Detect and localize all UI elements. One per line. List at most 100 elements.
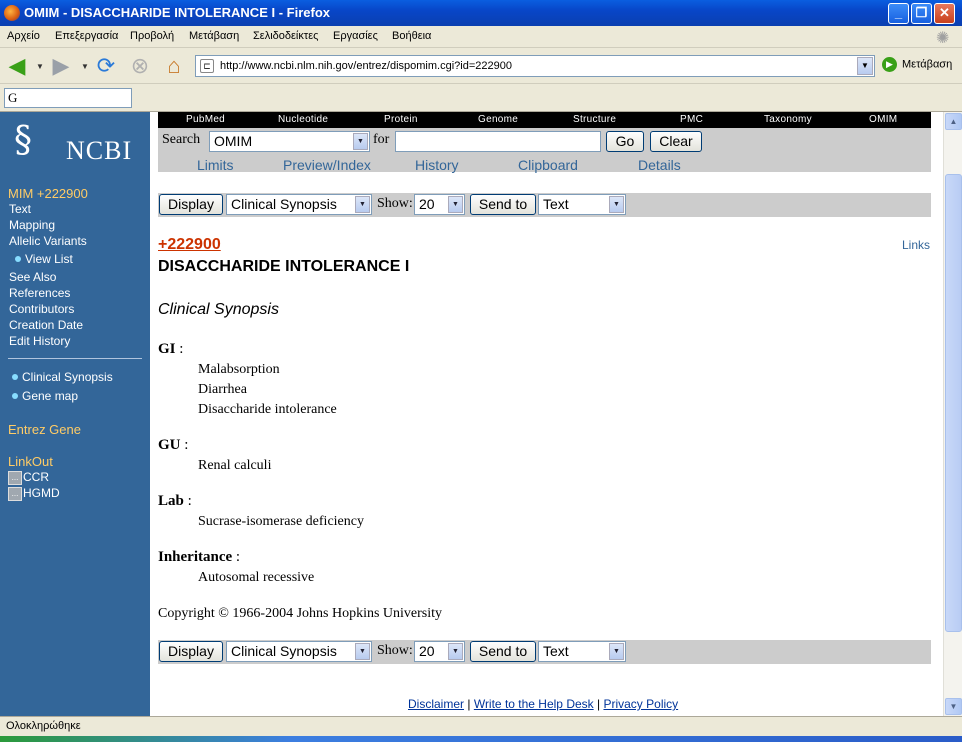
display-button[interactable]: Display	[159, 194, 223, 215]
send-format-value: Text	[543, 643, 569, 659]
scroll-down-icon[interactable]: ▼	[945, 698, 962, 715]
show-select-value: 20	[419, 643, 435, 659]
list-item: Diarrhea	[198, 382, 247, 397]
database-select[interactable]: OMIM ▼	[209, 131, 370, 152]
format-select[interactable]: Clinical Synopsis ▼	[226, 641, 372, 662]
send-to-button[interactable]: Send to	[470, 194, 536, 215]
search-input[interactable]	[395, 131, 601, 152]
forward-dropdown-icon[interactable]: ▼	[81, 62, 89, 71]
nav-omim[interactable]: OMIM	[869, 114, 897, 125]
menu-edit[interactable]: Επεξεργασία	[55, 30, 118, 42]
help-desk-link[interactable]: Write to the Help Desk	[474, 697, 594, 711]
page-content: § NCBI MIM +222900 Text Mapping Allelic …	[0, 112, 962, 716]
menu-tools[interactable]: Εργασίες	[333, 30, 378, 42]
stop-icon[interactable]: ⊗	[127, 53, 153, 79]
page-subtitle: Clinical Synopsis	[158, 301, 279, 318]
scroll-up-icon[interactable]: ▲	[945, 113, 962, 130]
forward-arrow-icon[interactable]: ▶	[48, 53, 74, 79]
menu-file[interactable]: Αρχείο	[7, 30, 40, 42]
chevron-down-icon: ▼	[355, 196, 370, 213]
url-bar[interactable]: ⊏ http://www.ncbi.nlm.nih.gov/entrez/dis…	[195, 55, 875, 77]
search-toolbar: G	[0, 84, 962, 112]
menu-bookmarks[interactable]: Σελιδοδείκτες	[253, 30, 318, 42]
sidebar-item-gene-map[interactable]: Gene map	[12, 389, 78, 403]
vertical-scrollbar[interactable]: ▲ ▼	[943, 112, 962, 716]
clear-button[interactable]: Clear	[650, 131, 702, 152]
sidebar-linkout[interactable]: LinkOut	[8, 454, 53, 469]
page-title: DISACCHARIDE INTOLERANCE I	[158, 258, 410, 275]
sidebar-linkout-hgmd[interactable]: ... HGMD	[8, 486, 60, 501]
url-text[interactable]: http://www.ncbi.nlm.nih.gov/entrez/dispo…	[220, 60, 512, 72]
send-format-select[interactable]: Text ▼	[538, 641, 626, 662]
show-select-value: 20	[419, 196, 435, 212]
nav-taxonomy[interactable]: Taxonomy	[764, 114, 812, 125]
show-select[interactable]: 20 ▼	[414, 641, 465, 662]
status-bar: Ολοκληρώθηκε	[0, 716, 962, 736]
format-select[interactable]: Clinical Synopsis ▼	[226, 194, 372, 215]
close-button[interactable]: ✕	[934, 3, 955, 24]
linkout-box-icon: ...	[8, 470, 22, 485]
sidebar-item-references[interactable]: References	[9, 286, 70, 300]
section-heading-label: Inheritance	[158, 549, 233, 565]
sidebar-mim-number[interactable]: MIM +222900	[8, 186, 88, 201]
chevron-down-icon: ▼	[448, 196, 463, 213]
limits-link[interactable]: Limits	[197, 157, 234, 173]
clipboard-link[interactable]: Clipboard	[518, 157, 578, 173]
nav-pmc[interactable]: PMC	[680, 114, 703, 125]
list-item: Disaccharide intolerance	[198, 402, 337, 417]
send-to-button[interactable]: Send to	[470, 641, 536, 662]
chevron-down-icon: ▼	[355, 643, 370, 660]
disclaimer-link[interactable]: Disclaimer	[408, 697, 464, 711]
privacy-policy-link[interactable]: Privacy Policy	[603, 697, 678, 711]
sidebar-item-creation-date[interactable]: Creation Date	[9, 318, 83, 332]
url-dropdown-icon[interactable]: ▼	[857, 57, 873, 75]
nav-nucleotide[interactable]: Nucleotide	[278, 114, 328, 125]
nav-genome[interactable]: Genome	[478, 114, 518, 125]
sidebar-item-contributors[interactable]: Contributors	[9, 302, 74, 316]
maximize-button[interactable]: ❐	[911, 3, 932, 24]
back-arrow-icon[interactable]: ◀	[4, 53, 30, 79]
go-search-button[interactable]: Go	[606, 131, 644, 152]
send-format-value: Text	[543, 196, 569, 212]
format-select-value: Clinical Synopsis	[231, 643, 337, 659]
home-icon[interactable]: ⌂	[161, 53, 187, 79]
ncbi-logo[interactable]: § NCBI	[14, 120, 134, 166]
details-link[interactable]: Details	[638, 157, 681, 173]
links-link[interactable]: Links	[902, 238, 930, 252]
ccr-label: CCR	[23, 470, 49, 484]
sidebar-item-text[interactable]: Text	[9, 202, 31, 216]
menu-go[interactable]: Μετάβαση	[189, 30, 239, 42]
mim-number-link[interactable]: +222900	[158, 236, 221, 254]
minimize-button[interactable]: _	[888, 3, 909, 24]
back-dropdown-icon[interactable]: ▼	[36, 62, 44, 71]
nav-pubmed[interactable]: PubMed	[186, 114, 225, 125]
menu-view[interactable]: Προβολή	[130, 30, 174, 42]
display-button[interactable]: Display	[159, 641, 223, 662]
history-link[interactable]: History	[415, 157, 459, 173]
display-toolbar-bottom: Display Clinical Synopsis ▼ Show: 20 ▼ S…	[158, 640, 931, 664]
sidebar-item-allelic-variants[interactable]: Allelic Variants	[9, 234, 87, 248]
preview-index-link[interactable]: Preview/Index	[283, 157, 371, 173]
scroll-thumb[interactable]	[945, 174, 962, 632]
section-heading-label: Lab	[158, 493, 184, 509]
nav-structure[interactable]: Structure	[573, 114, 616, 125]
menu-bar: Αρχείο Επεξεργασία Προβολή Μετάβαση Σελι…	[0, 26, 962, 48]
menu-help[interactable]: Βοήθεια	[392, 30, 431, 42]
sidebar-item-see-also[interactable]: See Also	[9, 270, 56, 284]
list-item: Malabsorption	[198, 362, 280, 377]
sidebar-item-mapping[interactable]: Mapping	[9, 218, 55, 232]
nav-protein[interactable]: Protein	[384, 114, 418, 125]
clinical-synopsis-label: Clinical Synopsis	[22, 370, 113, 384]
go-button[interactable]: ▶ Μετάβαση	[882, 57, 952, 72]
google-icon[interactable]: G	[8, 90, 17, 106]
reload-icon[interactable]: ⟳	[93, 53, 119, 79]
sidebar-item-clinical-synopsis[interactable]: Clinical Synopsis	[12, 370, 113, 384]
toolbar-search-input[interactable]: G	[4, 88, 132, 108]
sidebar-item-view-list[interactable]: View List	[15, 252, 73, 266]
show-select[interactable]: 20 ▼	[414, 194, 465, 215]
bullet-icon	[12, 392, 18, 399]
send-format-select[interactable]: Text ▼	[538, 194, 626, 215]
sidebar-entrez-gene[interactable]: Entrez Gene	[8, 422, 81, 437]
sidebar-item-edit-history[interactable]: Edit History	[9, 334, 70, 348]
sidebar-linkout-ccr[interactable]: ... CCR	[8, 470, 49, 485]
